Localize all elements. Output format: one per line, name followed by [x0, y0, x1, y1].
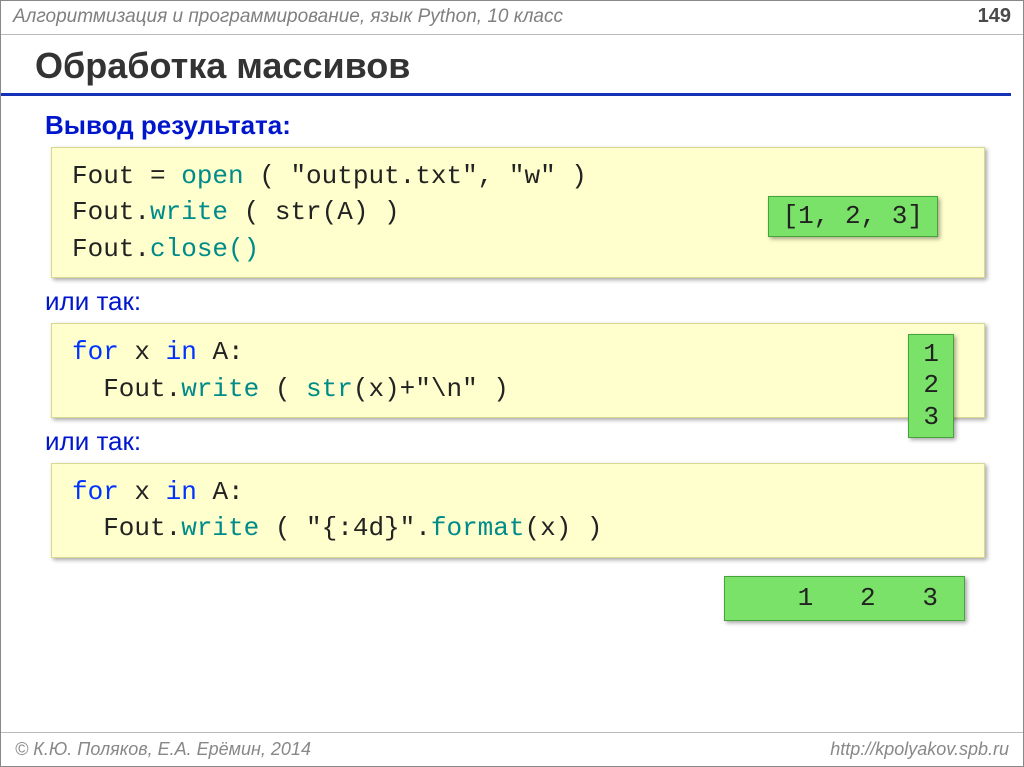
code-text: x	[119, 337, 166, 367]
section3-heading: или так:	[45, 426, 989, 457]
header-bar: Алгоритмизация и программирование, язык …	[1, 1, 1023, 35]
code-block-1: Fout = open ( "output.txt", "w" ) Fout.w…	[51, 147, 985, 278]
code-text: ( "{:4d}".	[259, 513, 431, 543]
code-text: Fout.	[72, 374, 181, 404]
section1-heading: Вывод результата:	[45, 110, 989, 141]
keyword-in: in	[166, 477, 197, 507]
keyword-for: for	[72, 337, 119, 367]
keyword-format: format	[431, 513, 525, 543]
code-text: (	[259, 374, 306, 404]
keyword-for: for	[72, 477, 119, 507]
footer-url: http://kpolyakov.spb.ru	[830, 739, 1009, 760]
code-block-3: for x in A: Fout.write ( "{:4d}".format(…	[51, 463, 985, 558]
code-text: A:	[197, 477, 244, 507]
slide-title: Обработка массивов	[1, 35, 1011, 96]
keyword-write: write	[181, 374, 259, 404]
keyword-write: write	[150, 197, 228, 227]
footer-bar: © К.Ю. Поляков, Е.А. Ерёмин, 2014 http:/…	[1, 732, 1023, 766]
code-text: ( "output.txt", "w" )	[244, 161, 587, 191]
output3-row: 1 2 3	[45, 576, 989, 636]
code-string: "\n"	[415, 374, 477, 404]
code-text: (x) )	[525, 513, 603, 543]
code-text: Fout =	[72, 161, 181, 191]
keyword-open: open	[181, 161, 243, 191]
output-box-1: [1, 2, 3]	[768, 196, 938, 237]
code-text: ( str(A) )	[228, 197, 400, 227]
output-box-2: 1 2 3	[908, 334, 954, 438]
code-text: (x)+	[353, 374, 415, 404]
course-title: Алгоритмизация и программирование, язык …	[13, 6, 563, 28]
code-text: Fout.	[72, 197, 150, 227]
output-box-3: 1 2 3	[724, 576, 965, 621]
code-text: x	[119, 477, 166, 507]
keyword-str: str	[306, 374, 353, 404]
copyright-text: © К.Ю. Поляков, Е.А. Ерёмин, 2014	[15, 739, 311, 760]
page-number: 149	[978, 5, 1011, 28]
code-text: )	[478, 374, 509, 404]
keyword-close: close()	[150, 234, 259, 264]
keyword-in: in	[166, 337, 197, 367]
code-text: Fout.	[72, 234, 150, 264]
slide-content: Вывод результата: Fout = open ( "output.…	[1, 96, 1023, 636]
code-text: Fout.	[72, 513, 181, 543]
code-text: A:	[197, 337, 244, 367]
section2-heading: или так:	[45, 286, 989, 317]
keyword-write: write	[181, 513, 259, 543]
code-block-2: for x in A: Fout.write ( str(x)+"\n" )1 …	[51, 323, 985, 418]
